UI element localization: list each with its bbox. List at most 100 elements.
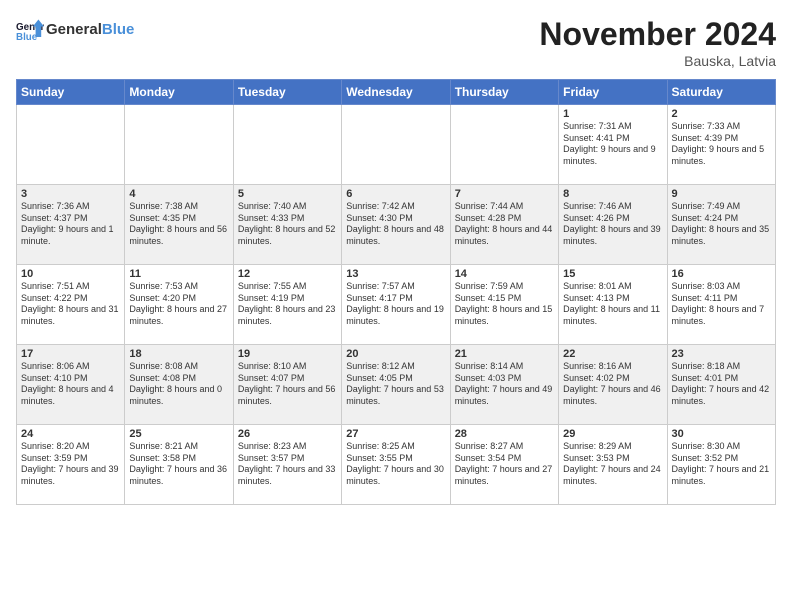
calendar-cell: 17Sunrise: 8:06 AMSunset: 4:10 PMDayligh…: [17, 345, 125, 425]
day-info: Sunrise: 8:10 AM: [238, 361, 337, 373]
calendar-cell: 7Sunrise: 7:44 AMSunset: 4:28 PMDaylight…: [450, 185, 558, 265]
day-info: Daylight: 8 hours and 0 minutes.: [129, 384, 228, 407]
day-info: Daylight: 8 hours and 15 minutes.: [455, 304, 554, 327]
day-info: Daylight: 8 hours and 7 minutes.: [672, 304, 771, 327]
day-number: 12: [238, 268, 337, 280]
day-number: 7: [455, 188, 554, 200]
calendar-cell: 1Sunrise: 7:31 AMSunset: 4:41 PMDaylight…: [559, 105, 667, 185]
day-info: Sunset: 4:22 PM: [21, 293, 120, 305]
calendar-cell: 20Sunrise: 8:12 AMSunset: 4:05 PMDayligh…: [342, 345, 450, 425]
day-info: Sunset: 4:08 PM: [129, 373, 228, 385]
day-number: 3: [21, 188, 120, 200]
day-info: Daylight: 7 hours and 46 minutes.: [563, 384, 662, 407]
calendar-cell: 8Sunrise: 7:46 AMSunset: 4:26 PMDaylight…: [559, 185, 667, 265]
day-number: 5: [238, 188, 337, 200]
day-info: Sunrise: 8:08 AM: [129, 361, 228, 373]
page-header: General Blue GeneralBlue November 2024 B…: [16, 16, 776, 69]
day-info: Sunset: 4:26 PM: [563, 213, 662, 225]
day-info: Sunrise: 8:06 AM: [21, 361, 120, 373]
day-info: Sunset: 4:03 PM: [455, 373, 554, 385]
calendar-cell: 22Sunrise: 8:16 AMSunset: 4:02 PMDayligh…: [559, 345, 667, 425]
day-info: Daylight: 8 hours and 39 minutes.: [563, 224, 662, 247]
day-number: 1: [563, 108, 662, 120]
day-info: Daylight: 8 hours and 44 minutes.: [455, 224, 554, 247]
day-number: 14: [455, 268, 554, 280]
calendar-cell: 23Sunrise: 8:18 AMSunset: 4:01 PMDayligh…: [667, 345, 775, 425]
day-info: Daylight: 8 hours and 31 minutes.: [21, 304, 120, 327]
day-info: Sunrise: 8:01 AM: [563, 281, 662, 293]
day-info: Sunrise: 8:27 AM: [455, 441, 554, 453]
calendar-cell: 28Sunrise: 8:27 AMSunset: 3:54 PMDayligh…: [450, 425, 558, 505]
day-number: 29: [563, 428, 662, 440]
page-container: General Blue GeneralBlue November 2024 B…: [0, 0, 792, 612]
day-info: Sunrise: 7:46 AM: [563, 201, 662, 213]
calendar-cell: 19Sunrise: 8:10 AMSunset: 4:07 PMDayligh…: [233, 345, 341, 425]
day-info: Daylight: 8 hours and 11 minutes.: [563, 304, 662, 327]
day-number: 30: [672, 428, 771, 440]
day-info: Sunset: 4:30 PM: [346, 213, 445, 225]
calendar-cell: 27Sunrise: 8:25 AMSunset: 3:55 PMDayligh…: [342, 425, 450, 505]
day-info: Sunrise: 8:14 AM: [455, 361, 554, 373]
day-info: Daylight: 7 hours and 27 minutes.: [455, 464, 554, 487]
day-info: Sunrise: 8:30 AM: [672, 441, 771, 453]
logo-icon: General Blue: [16, 16, 44, 44]
calendar-cell: [17, 105, 125, 185]
calendar-cell: 12Sunrise: 7:55 AMSunset: 4:19 PMDayligh…: [233, 265, 341, 345]
day-info: Sunset: 3:52 PM: [672, 453, 771, 465]
calendar-cell: 13Sunrise: 7:57 AMSunset: 4:17 PMDayligh…: [342, 265, 450, 345]
day-info: Sunset: 3:53 PM: [563, 453, 662, 465]
day-info: Sunset: 4:20 PM: [129, 293, 228, 305]
calendar-cell: 3Sunrise: 7:36 AMSunset: 4:37 PMDaylight…: [17, 185, 125, 265]
day-number: 15: [563, 268, 662, 280]
calendar-cell: 14Sunrise: 7:59 AMSunset: 4:15 PMDayligh…: [450, 265, 558, 345]
month-title: November 2024: [539, 16, 776, 53]
day-info: Sunrise: 7:40 AM: [238, 201, 337, 213]
day-number: 13: [346, 268, 445, 280]
calendar-cell: 9Sunrise: 7:49 AMSunset: 4:24 PMDaylight…: [667, 185, 775, 265]
day-number: 26: [238, 428, 337, 440]
day-info: Daylight: 8 hours and 27 minutes.: [129, 304, 228, 327]
day-info: Sunset: 4:37 PM: [21, 213, 120, 225]
calendar-cell: 25Sunrise: 8:21 AMSunset: 3:58 PMDayligh…: [125, 425, 233, 505]
day-number: 25: [129, 428, 228, 440]
title-block: November 2024 Bauska, Latvia: [539, 16, 776, 69]
calendar-cell: 26Sunrise: 8:23 AMSunset: 3:57 PMDayligh…: [233, 425, 341, 505]
day-info: Sunrise: 8:18 AM: [672, 361, 771, 373]
day-info: Daylight: 8 hours and 48 minutes.: [346, 224, 445, 247]
day-info: Daylight: 7 hours and 39 minutes.: [21, 464, 120, 487]
day-info: Sunrise: 7:36 AM: [21, 201, 120, 213]
calendar-cell: 15Sunrise: 8:01 AMSunset: 4:13 PMDayligh…: [559, 265, 667, 345]
day-info: Sunrise: 8:23 AM: [238, 441, 337, 453]
day-info: Sunset: 3:54 PM: [455, 453, 554, 465]
calendar-cell: [233, 105, 341, 185]
calendar-cell: 21Sunrise: 8:14 AMSunset: 4:03 PMDayligh…: [450, 345, 558, 425]
day-info: Sunrise: 8:12 AM: [346, 361, 445, 373]
day-number: 6: [346, 188, 445, 200]
calendar-row: 10Sunrise: 7:51 AMSunset: 4:22 PMDayligh…: [17, 265, 776, 345]
day-info: Sunrise: 7:31 AM: [563, 121, 662, 133]
day-info: Sunset: 3:58 PM: [129, 453, 228, 465]
calendar-header-row: Sunday Monday Tuesday Wednesday Thursday…: [17, 80, 776, 105]
day-info: Sunset: 4:19 PM: [238, 293, 337, 305]
calendar-cell: 10Sunrise: 7:51 AMSunset: 4:22 PMDayligh…: [17, 265, 125, 345]
calendar-cell: [450, 105, 558, 185]
calendar-cell: 5Sunrise: 7:40 AMSunset: 4:33 PMDaylight…: [233, 185, 341, 265]
logo: General Blue GeneralBlue: [16, 16, 134, 44]
day-number: 8: [563, 188, 662, 200]
logo-line2: Blue: [102, 21, 135, 38]
svg-text:Blue: Blue: [16, 32, 38, 43]
calendar-cell: [125, 105, 233, 185]
calendar-row: 1Sunrise: 7:31 AMSunset: 4:41 PMDaylight…: [17, 105, 776, 185]
calendar-cell: 6Sunrise: 7:42 AMSunset: 4:30 PMDaylight…: [342, 185, 450, 265]
col-wednesday: Wednesday: [342, 80, 450, 105]
day-info: Sunrise: 7:44 AM: [455, 201, 554, 213]
day-info: Sunrise: 7:49 AM: [672, 201, 771, 213]
day-info: Sunset: 4:11 PM: [672, 293, 771, 305]
col-saturday: Saturday: [667, 80, 775, 105]
day-info: Sunrise: 8:21 AM: [129, 441, 228, 453]
col-monday: Monday: [125, 80, 233, 105]
day-info: Daylight: 7 hours and 33 minutes.: [238, 464, 337, 487]
day-number: 2: [672, 108, 771, 120]
day-info: Daylight: 7 hours and 21 minutes.: [672, 464, 771, 487]
calendar-cell: 30Sunrise: 8:30 AMSunset: 3:52 PMDayligh…: [667, 425, 775, 505]
